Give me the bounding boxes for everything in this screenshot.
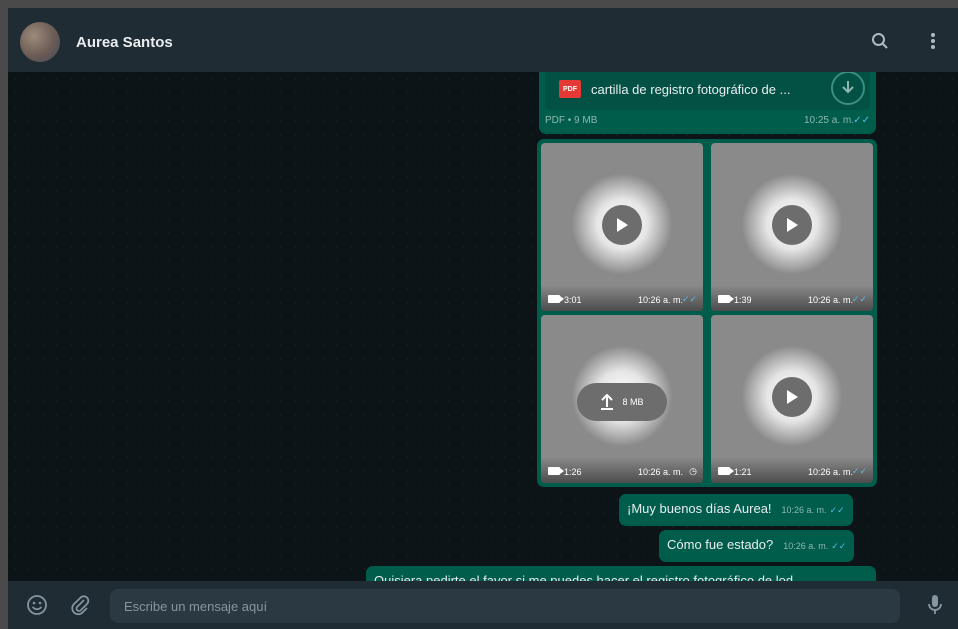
play-icon[interactable]	[772, 377, 812, 417]
chat-header: Aurea Santos	[8, 8, 958, 72]
pdf-message[interactable]: PDF cartilla de registro fotográfico de …	[539, 72, 876, 134]
menu-icon[interactable]	[922, 30, 944, 52]
play-icon[interactable]	[772, 205, 812, 245]
message-text: Cómo fue estado?	[667, 537, 774, 552]
message-input[interactable]	[110, 589, 900, 623]
message-time: 10:25 a. m.	[803, 115, 854, 126]
read-tick-icon: ✓✓	[851, 294, 867, 304]
video-camera-icon	[548, 467, 564, 475]
read-tick-icon: ✓✓	[853, 115, 870, 126]
message-time: 10:26 a. m.	[783, 541, 829, 551]
message-time: 10:26 a. m.	[781, 505, 827, 515]
pdf-attachment[interactable]: PDF cartilla de registro fotográfico de …	[545, 72, 870, 110]
download-icon[interactable]	[831, 72, 865, 105]
emoji-icon[interactable]	[25, 593, 49, 617]
read-tick-icon: ✓✓	[681, 294, 697, 304]
video-thumbnail[interactable]: 8 MB 1:26 10:26 a. m. ◷	[541, 315, 703, 483]
video-duration: 1:26	[564, 467, 582, 477]
message-text: ¡Muy buenos días Aurea!	[627, 501, 772, 516]
media-album: 3:01 10:26 a. m. ✓✓ 1:39 10:26 a. m. ✓✓	[537, 139, 877, 487]
message-time: 10:26 a. m.	[637, 295, 683, 305]
upload-button[interactable]: 8 MB	[577, 383, 667, 421]
message-time: 10:26 a. m.	[807, 295, 853, 305]
upload-size: 8 MB	[622, 397, 644, 407]
video-camera-icon	[718, 295, 734, 303]
read-tick-icon: ✓✓	[831, 541, 847, 551]
chat-window: Aurea Santos PDF cartilla de registro fo…	[8, 8, 958, 629]
video-thumbnail[interactable]: 1:21 10:26 a. m. ✓✓	[711, 315, 873, 483]
video-thumbnail[interactable]: 3:01 10:26 a. m. ✓✓	[541, 143, 703, 311]
pending-clock-icon: ◷	[689, 466, 697, 476]
pdf-icon: PDF	[559, 80, 581, 98]
video-duration: 3:01	[564, 295, 582, 305]
outgoing-message[interactable]: ¡Muy buenos días Aurea! 10:26 a. m. ✓✓	[619, 494, 853, 526]
play-icon[interactable]	[602, 205, 642, 245]
attach-icon[interactable]	[68, 593, 92, 617]
read-tick-icon: ✓✓	[829, 505, 845, 515]
media-footer: 3:01 10:26 a. m. ✓✓	[541, 285, 703, 311]
video-camera-icon	[548, 295, 564, 303]
upload-icon	[601, 394, 614, 410]
media-footer: 1:39 10:26 a. m. ✓✓	[711, 285, 873, 311]
video-duration: 1:21	[734, 467, 752, 477]
media-footer: 1:21 10:26 a. m. ✓✓	[711, 457, 873, 483]
pdf-file-name: cartilla de registro fotográfico de ...	[591, 82, 791, 97]
read-tick-icon: ✓✓	[851, 466, 867, 476]
avatar[interactable]	[20, 22, 60, 62]
message-list[interactable]: PDF cartilla de registro fotográfico de …	[8, 72, 958, 581]
video-duration: 1:39	[734, 295, 752, 305]
video-thumbnail[interactable]: 1:39 10:26 a. m. ✓✓	[711, 143, 873, 311]
search-icon[interactable]	[869, 30, 891, 52]
outgoing-message[interactable]: Quisiera pedirte el favor si me puedes h…	[366, 566, 876, 581]
outgoing-message[interactable]: Cómo fue estado? 10:26 a. m. ✓✓	[659, 530, 855, 562]
pdf-meta: PDF • 9 MB	[545, 115, 598, 126]
composer-bar	[8, 581, 958, 629]
microphone-icon[interactable]	[923, 593, 947, 617]
message-text: Quisiera pedirte el favor si me puedes h…	[374, 573, 794, 581]
contact-name[interactable]: Aurea Santos	[76, 34, 173, 51]
video-camera-icon	[718, 467, 734, 475]
media-footer: 1:26 10:26 a. m. ◷	[541, 457, 703, 483]
message-time: 10:26 a. m.	[637, 467, 683, 477]
message-time: 10:26 a. m.	[807, 467, 853, 477]
